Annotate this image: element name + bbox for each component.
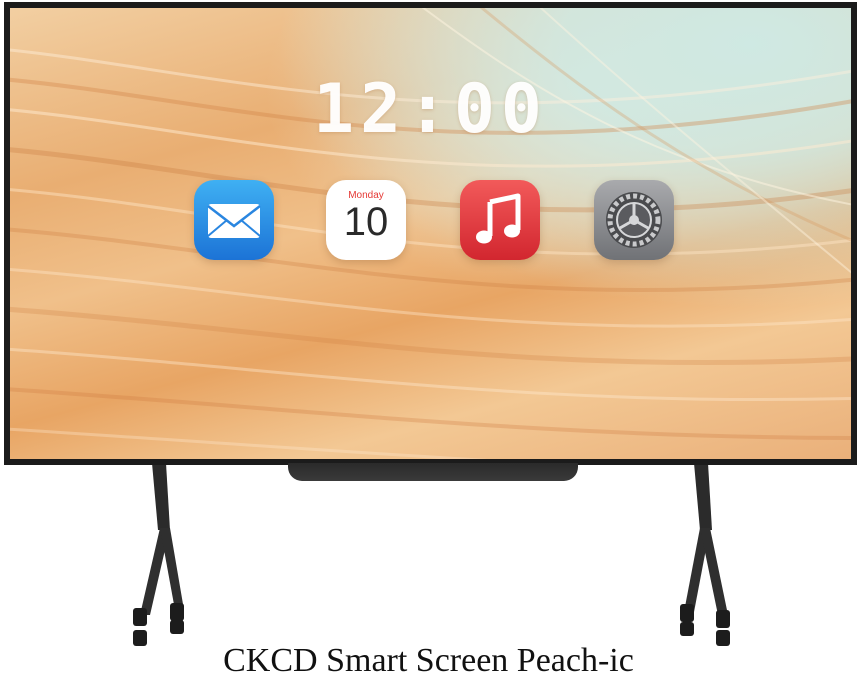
calendar-date-number: 10 <box>343 200 389 244</box>
mail-app-icon[interactable] <box>194 180 274 260</box>
calendar-app-icon[interactable]: Monday 10 <box>326 180 406 260</box>
product-photo: 12:00 Monday 10 CKCD Smart Screen Peach-… <box>0 0 857 674</box>
music-icon <box>476 193 521 244</box>
soundbar <box>288 463 578 481</box>
app-dock: Monday 10 <box>10 180 851 260</box>
clock: 12:00 <box>313 70 548 149</box>
tv-screen: 12:00 Monday 10 <box>10 8 851 459</box>
mail-icon <box>207 204 261 238</box>
settings-gear-icon <box>606 192 662 248</box>
music-app-icon[interactable] <box>460 180 540 260</box>
settings-app-icon[interactable] <box>594 180 674 260</box>
product-caption: CKCD Smart Screen Peach-ic <box>223 642 634 674</box>
tv-frame: 12:00 Monday 10 <box>4 2 857 465</box>
